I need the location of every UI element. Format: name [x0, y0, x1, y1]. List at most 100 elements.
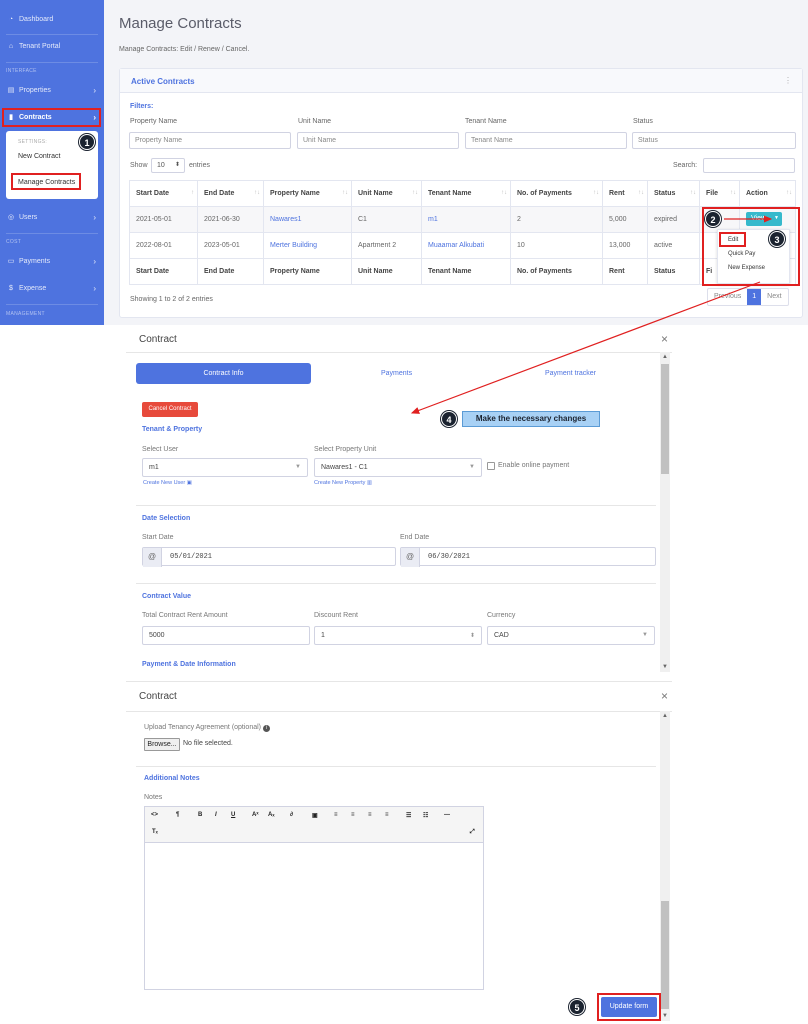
sidebar-item-expense[interactable]: $ Expense ›	[0, 275, 104, 301]
cell-property-link[interactable]: Nawares1	[263, 206, 352, 233]
select-unit-dropdown[interactable]: Nawares1 - C1 ▼	[314, 458, 482, 477]
table-header-row: Start Date ↑ End Date ↑↓ Property Name ↑↓ U…	[129, 180, 796, 207]
fullscreen-icon[interactable]: ⤢	[470, 829, 475, 836]
users-icon: ◎	[7, 214, 15, 221]
paragraph-icon[interactable]: ¶	[176, 812, 179, 818]
horizontal-rule-icon[interactable]: —	[444, 812, 450, 818]
link-icon[interactable]: ∂	[290, 812, 293, 818]
cell-tenant-link[interactable]: m1	[421, 206, 511, 233]
code-icon[interactable]: <>	[151, 812, 158, 818]
col-start-date[interactable]: Start Date ↑	[129, 180, 198, 207]
foot-start: Start Date	[129, 258, 198, 285]
bullet-list-icon[interactable]: ☰	[406, 812, 411, 819]
col-file[interactable]: File ↑↓	[699, 180, 740, 207]
discount-input[interactable]: 1 ⬍	[314, 626, 482, 645]
create-new-property-link[interactable]: Create New Property ▥	[314, 480, 372, 486]
entries-select[interactable]: 10 ⬍	[151, 158, 185, 173]
pager-previous[interactable]: Previous	[708, 289, 747, 305]
align-right-icon[interactable]: ≡	[368, 812, 372, 818]
col-action[interactable]: Action ↑↓	[739, 180, 796, 207]
at-icon: @	[143, 548, 162, 567]
close-icon[interactable]: ×	[661, 332, 668, 346]
align-left-icon[interactable]: ≡	[334, 812, 338, 818]
subscript-icon[interactable]: Aₓ	[268, 812, 275, 818]
at-icon: @	[401, 548, 420, 567]
col-no-of-payments[interactable]: No. of Payments ↑↓	[510, 180, 603, 207]
sidebar-item-label: Tenant Portal	[19, 42, 61, 50]
create-new-user-link[interactable]: Create New User ▣	[143, 480, 192, 486]
image-icon[interactable]: ▣	[312, 812, 318, 819]
modal-divider	[126, 711, 672, 712]
end-date-input[interactable]: @ 06/30/2021	[400, 547, 656, 567]
step-badge-5: 5	[569, 999, 585, 1015]
cell-tenant-link[interactable]: Muaamar Alkubati	[421, 232, 511, 259]
online-payment-checkbox[interactable]	[487, 462, 495, 470]
section-date-selection: Date Selection	[142, 515, 191, 522]
tab-contract-info[interactable]: Contract Info	[136, 363, 311, 384]
total-amount-input[interactable]: 5000	[142, 626, 310, 645]
chevron-down-icon: ▼	[295, 464, 301, 470]
notes-editor[interactable]: <> ¶ B I U Aˣ Aₓ ∂ ▣ ≡ ≡ ≡ ≡ ☰ ☷ — Tₓ ⤢	[144, 806, 484, 990]
highlight-contracts	[2, 108, 101, 127]
discount-value: 1	[321, 632, 325, 639]
building-icon: ▥	[366, 480, 373, 486]
foot-tenant: Tenant Name	[421, 258, 511, 285]
col-property-name[interactable]: Property Name ↑↓	[263, 180, 352, 207]
cell-end: 2021-06-30	[197, 206, 264, 233]
filter-property-input[interactable]: Property Name	[129, 132, 291, 149]
italic-icon[interactable]: I	[215, 812, 217, 818]
more-vertical-icon[interactable]: ⋮	[784, 76, 792, 85]
underline-icon[interactable]: U	[231, 812, 235, 818]
browse-button[interactable]: Browse...	[144, 738, 180, 751]
step-badge-3: 3	[769, 231, 785, 247]
col-label: Unit Name	[358, 190, 393, 197]
bold-icon[interactable]: B	[198, 812, 202, 818]
modal2-scrollbar[interactable]: ▲ ▼	[660, 711, 670, 1021]
search-input[interactable]	[703, 158, 795, 173]
tab-payments[interactable]: Payments	[381, 363, 412, 384]
pager-next[interactable]: Next	[761, 289, 787, 305]
sidebar-item-dashboard[interactable]: ◔ Dashboard	[0, 6, 104, 32]
filter-unit-input[interactable]: Unit Name	[297, 132, 459, 149]
select-user-label: Select User	[142, 446, 179, 453]
stepper-icon[interactable]: ⬍	[470, 632, 475, 639]
modal-divider	[126, 352, 672, 353]
scroll-up-icon[interactable]: ▲	[660, 713, 670, 719]
scroll-down-icon[interactable]: ▼	[660, 1013, 670, 1019]
currency-select[interactable]: CAD ▼	[487, 626, 655, 645]
filter-status-input[interactable]: Status	[632, 132, 796, 149]
pager-page-1[interactable]: 1	[747, 289, 762, 305]
col-end-date[interactable]: End Date ↑↓	[197, 180, 264, 207]
sidebar-item-payments[interactable]: ▭ Payments ›	[0, 248, 104, 274]
sidebar-item-tenant-portal[interactable]: ⌂ Tenant Portal	[0, 33, 104, 59]
scroll-thumb[interactable]	[661, 901, 669, 1009]
sidebar-item-users[interactable]: ◎ Users ›	[0, 204, 104, 230]
select-user-dropdown[interactable]: m1 ▼	[142, 458, 308, 477]
close-icon[interactable]: ×	[661, 689, 668, 703]
submenu-new-contract[interactable]: New Contract	[18, 153, 60, 160]
sort-icon: ↑	[191, 190, 194, 196]
align-center-icon[interactable]: ≡	[351, 812, 355, 818]
tab-payment-tracker[interactable]: Payment tracker	[545, 363, 596, 384]
numbered-list-icon[interactable]: ☷	[423, 812, 428, 819]
col-rent[interactable]: Rent ↑↓	[602, 180, 648, 207]
sort-icon: ↑↓	[690, 190, 696, 196]
clear-format-icon[interactable]: Tₓ	[152, 829, 158, 835]
step-badge-2: 2	[705, 211, 721, 227]
cancel-contract-button[interactable]: Cancel Contract	[142, 402, 198, 417]
justify-icon[interactable]: ≡	[385, 812, 389, 818]
scroll-down-icon[interactable]: ▼	[660, 664, 670, 670]
modal-scrollbar[interactable]: ▲ ▼	[660, 352, 670, 672]
start-date-input[interactable]: @ 05/01/2021	[142, 547, 396, 567]
cell-property-link[interactable]: Merter Building	[263, 232, 352, 259]
scroll-thumb[interactable]	[661, 364, 669, 474]
col-unit-name[interactable]: Unit Name ↑↓	[351, 180, 422, 207]
col-tenant-name[interactable]: Tenant Name ↑↓	[421, 180, 511, 207]
superscript-icon[interactable]: Aˣ	[252, 812, 259, 818]
info-icon: i	[262, 725, 270, 732]
col-label: Action	[746, 190, 768, 197]
scroll-up-icon[interactable]: ▲	[660, 354, 670, 360]
col-status[interactable]: Status ↑↓	[647, 180, 700, 207]
filter-tenant-input[interactable]: Tenant Name	[465, 132, 627, 149]
sidebar-item-properties[interactable]: ▤ Properties ›	[0, 77, 104, 103]
